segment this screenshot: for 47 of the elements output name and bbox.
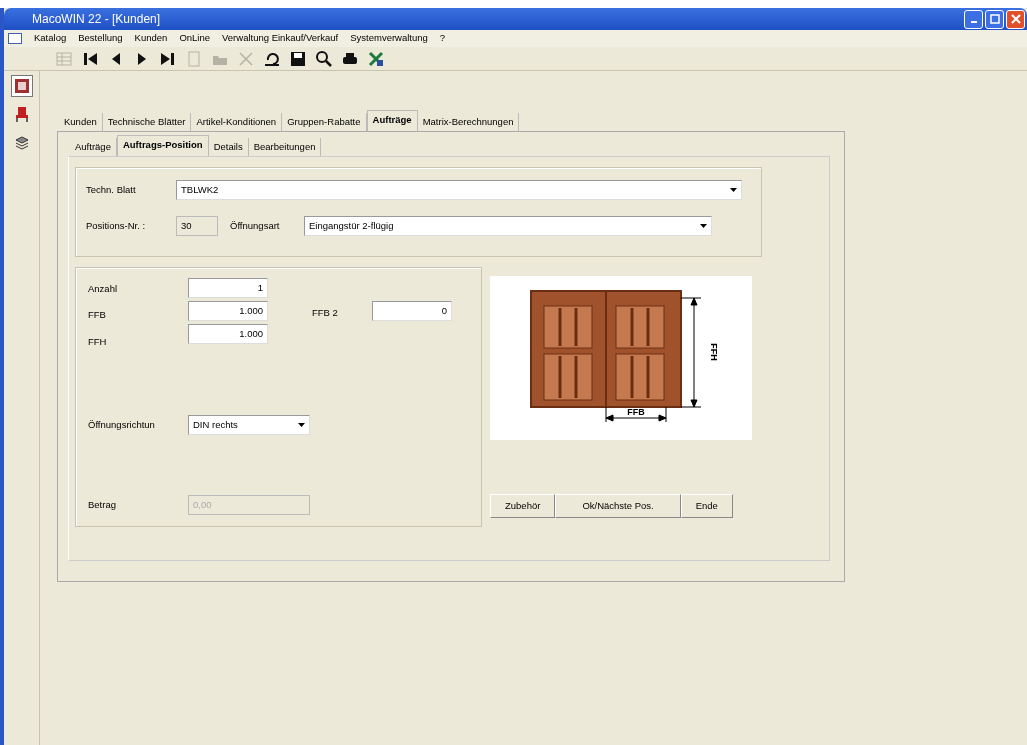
dropdown-field[interactable]: DIN rechts	[188, 414, 310, 435]
maximize-icon	[989, 14, 1000, 24]
tab[interactable]: Aufträge	[70, 137, 117, 156]
document-icon	[8, 33, 22, 44]
caret-icon	[700, 224, 707, 228]
tab[interactable]: Details	[208, 137, 249, 156]
field-label: Anzahl	[88, 282, 119, 296]
module-icon[interactable]	[10, 75, 33, 97]
quantity-field[interactable]: 1	[188, 278, 268, 298]
field-label: Positions-Nr. :	[86, 218, 147, 233]
position-field: 30	[176, 216, 218, 236]
tab[interactable]: Bearbeitungen	[248, 137, 322, 156]
menu-item[interactable]: Verwaltung Einkauf/Verkauf	[222, 31, 339, 46]
height-field[interactable]: 1.000	[188, 324, 268, 344]
width-dimension-label: FFB	[627, 407, 645, 417]
dialog-button[interactable]: Zubehör	[490, 494, 556, 518]
maximize-button[interactable]	[985, 9, 1004, 29]
close-icon	[1010, 14, 1021, 24]
height-dimension-label: FFH	[709, 343, 719, 361]
width-field[interactable]: 1.000	[188, 301, 268, 321]
menu-item[interactable]: Kunden	[134, 31, 168, 46]
field-label: Betrag	[88, 497, 117, 512]
field-label: FFB	[88, 308, 107, 323]
menu-item[interactable]: Systemverwaltung	[350, 31, 428, 46]
menu-item[interactable]: Katalog	[34, 31, 67, 46]
amount-field: 0,00	[188, 494, 310, 515]
field-label: FFH	[88, 334, 108, 349]
dropdown-field[interactable]: TBLWK2	[176, 180, 742, 200]
menu-item[interactable]: ?	[439, 31, 446, 46]
search-icon[interactable]	[314, 48, 334, 69]
close-button[interactable]	[1006, 9, 1025, 29]
field-label: Öffnungsrichtun	[88, 417, 156, 432]
window-title: MacoWIN 22 - [Kunden]	[32, 11, 161, 28]
menu-item[interactable]: OnLine	[179, 31, 210, 46]
caret-icon	[298, 422, 305, 427]
tab[interactable]: Aufträge	[366, 109, 418, 131]
dialog-button[interactable]: Ende	[680, 494, 733, 518]
field-label: Techn. Blatt	[86, 182, 137, 197]
width-field[interactable]: 0	[372, 301, 452, 321]
caret-icon	[730, 188, 737, 192]
dropdown-field[interactable]: Eingangstür 2-flügig	[304, 216, 712, 236]
minimize-button[interactable]	[964, 9, 983, 29]
field-label: FFB 2	[312, 306, 339, 320]
menu-item[interactable]: Bestellung	[78, 31, 123, 46]
field-label: Öffnungsart	[229, 218, 281, 233]
dialog-button[interactable]: Ok/Nächste Pos.	[555, 494, 681, 518]
tab[interactable]: Auftrags-Position	[116, 134, 209, 156]
